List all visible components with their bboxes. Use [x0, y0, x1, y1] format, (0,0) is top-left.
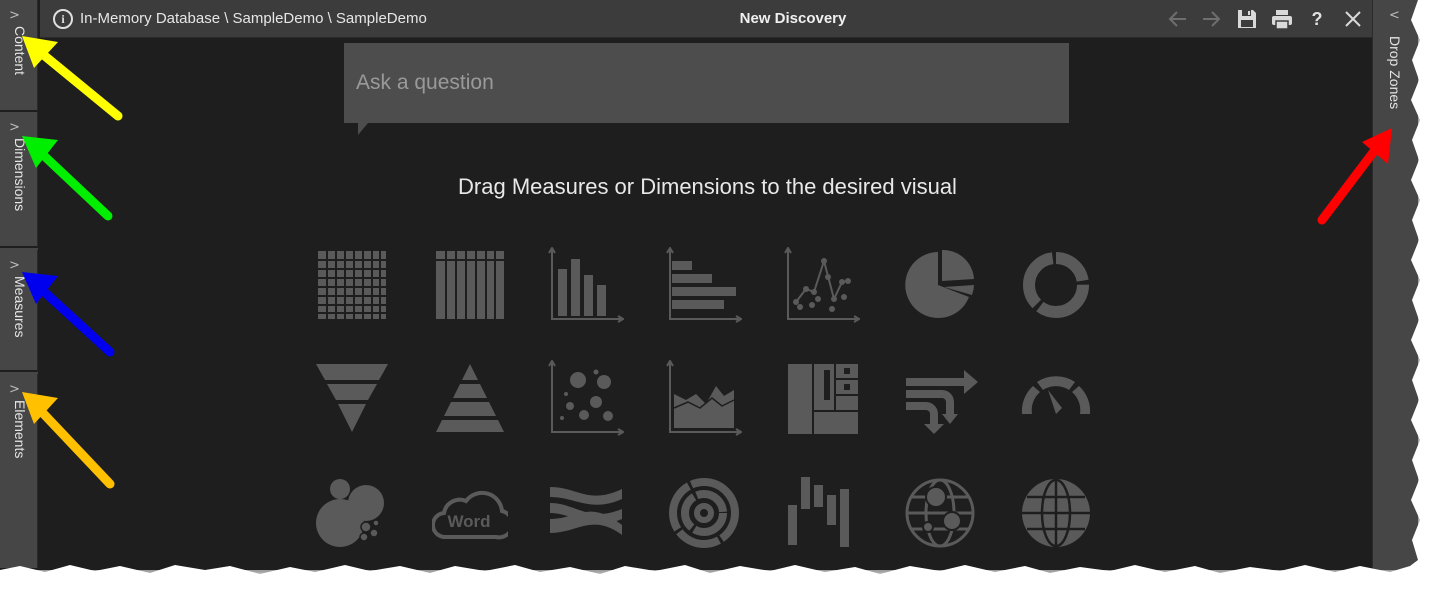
scatter-line-icon[interactable] [784, 247, 860, 323]
print-icon[interactable] [1271, 8, 1293, 30]
help-icon[interactable]: ? [1306, 8, 1328, 30]
drop-zones-tab[interactable]: < Drop Zones [1372, 0, 1418, 570]
tab-measures-label: Measures [12, 276, 28, 338]
bubble-chart-icon[interactable] [548, 360, 624, 436]
tab-elements-label: Elements [12, 400, 28, 459]
ask-question-box [344, 43, 1069, 123]
drop-zones-label: Drop Zones [1387, 36, 1403, 110]
gauge-icon[interactable] [1018, 360, 1094, 436]
tab-content-label: Content [12, 26, 28, 76]
title-bar: i In-Memory Database \ SampleDemo \ Samp… [40, 0, 1372, 38]
pie-chart-icon[interactable] [902, 247, 978, 323]
tab-measures[interactable]: > Measures [0, 250, 38, 372]
forward-arrow-icon[interactable] [1200, 8, 1222, 30]
sankey-icon[interactable] [548, 475, 624, 551]
bubble-map-icon[interactable] [902, 475, 978, 551]
word-cloud-label: Word [447, 512, 490, 531]
area-chart-icon[interactable] [666, 360, 742, 436]
discovery-window: > Content > Dimensions > Measures > Elem… [0, 0, 1418, 570]
column-chart-icon[interactable] [548, 247, 624, 323]
chevron-right-icon: > [9, 120, 20, 135]
packed-bubble-icon[interactable] [314, 475, 390, 551]
grid-table-icon[interactable] [314, 247, 390, 323]
close-icon[interactable] [1342, 8, 1364, 30]
tab-elements[interactable]: > Elements [0, 374, 38, 570]
tab-dimensions-label: Dimensions [12, 138, 28, 212]
chevron-left-icon: < [1389, 8, 1400, 23]
breadcrumb: In-Memory Database \ SampleDemo \ Sample… [80, 10, 427, 27]
speech-bubble-tail [358, 123, 368, 135]
sunburst-icon[interactable] [666, 475, 742, 551]
drag-hint-text: Drag Measures or Dimensions to the desir… [458, 174, 957, 199]
funnel-icon[interactable] [314, 360, 390, 436]
word-cloud-icon[interactable]: Word [432, 475, 508, 551]
donut-chart-icon[interactable] [1018, 247, 1094, 323]
flow-icon[interactable] [902, 360, 978, 436]
chevron-right-icon: > [9, 382, 20, 397]
info-icon[interactable]: i [53, 9, 73, 29]
chevron-right-icon: > [9, 8, 20, 23]
left-panel-rail: > Content > Dimensions > Measures > Elem… [0, 0, 38, 570]
tab-dimensions[interactable]: > Dimensions [0, 112, 38, 248]
chevron-right-icon: > [9, 258, 20, 273]
globe-map-icon[interactable] [1018, 475, 1094, 551]
bar-chart-icon[interactable] [666, 247, 742, 323]
pyramid-icon[interactable] [432, 360, 508, 436]
tab-content[interactable]: > Content [0, 0, 38, 112]
page-title: New Discovery [739, 10, 847, 27]
save-icon[interactable] [1236, 8, 1258, 30]
pivot-columns-icon[interactable] [432, 247, 508, 323]
back-arrow-icon[interactable] [1167, 8, 1189, 30]
waterfall-icon[interactable] [784, 475, 860, 551]
treemap-icon[interactable] [784, 360, 860, 436]
ask-question-input[interactable] [344, 43, 1069, 123]
